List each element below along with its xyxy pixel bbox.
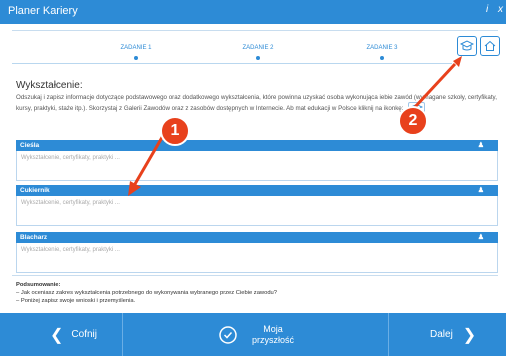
callout-1-arrow [133,133,166,185]
callout-1: 1 [160,116,190,146]
callout-2-arrow [413,62,457,109]
callout-2: 2 [398,106,428,136]
callout-arrows [128,56,462,196]
